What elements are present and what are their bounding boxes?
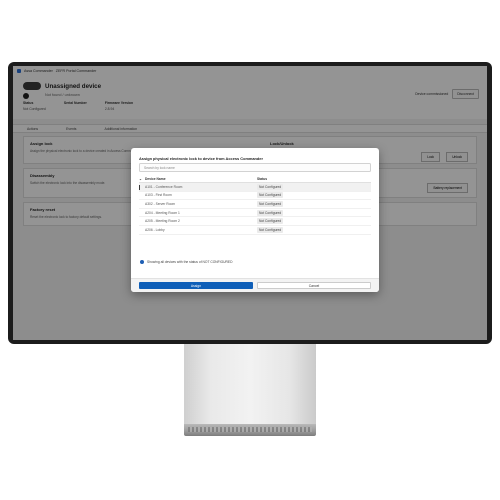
monitor-stand-base [184, 424, 316, 436]
status-badge: Not Configured [257, 192, 284, 199]
table-row[interactable]: A101 - Conference Room Not Configured [139, 183, 371, 192]
info-icon [140, 260, 144, 264]
table-row[interactable]: A205 - Meeting Room 2 Not Configured [139, 217, 371, 226]
status-badge: Not Configured [257, 218, 284, 225]
assign-lock-dialog: Assign physical electronic lock to devic… [131, 148, 379, 292]
search-input[interactable]: Search by lock name [139, 163, 371, 172]
monitor: Assa Commander ZEFR Portal Commander Una… [8, 62, 492, 344]
screen: Assa Commander ZEFR Portal Commander Una… [13, 66, 487, 340]
cancel-button[interactable]: Cancel [257, 282, 371, 289]
row-device-name: A302 - Server Room [145, 201, 176, 206]
column-header-status[interactable]: Status [257, 177, 371, 181]
filter-note-text: Showing all devices with the status of N… [147, 260, 233, 264]
table-row[interactable]: A103 - First Room Not Configured [139, 192, 371, 201]
dialog-footer: Assign Cancel [131, 278, 379, 292]
status-badge: Not Configured [257, 226, 284, 233]
device-table: ⌄ Device Name Status A101 - Conference R… [139, 175, 371, 235]
row-device-name: A206 - Lobby [145, 227, 165, 232]
table-row[interactable]: A204 - Meeting Room 1 Not Configured [139, 209, 371, 218]
status-badge: Not Configured [257, 200, 284, 207]
row-device-name: A103 - First Room [145, 193, 172, 198]
monitor-stand [184, 344, 316, 424]
table-row[interactable]: A206 - Lobby Not Configured [139, 226, 371, 235]
selection-indicator [139, 184, 140, 190]
row-device-name: A204 - Meeting Room 1 [145, 210, 180, 215]
table-row[interactable]: A302 - Server Room Not Configured [139, 200, 371, 209]
table-header: ⌄ Device Name Status [139, 175, 371, 183]
dialog-title: Assign physical electronic lock to devic… [139, 156, 263, 161]
column-header-name[interactable]: Device Name [143, 177, 257, 181]
row-device-name: A205 - Meeting Room 2 [145, 219, 180, 224]
status-badge: Not Configured [257, 183, 284, 190]
assign-button[interactable]: Assign [139, 282, 253, 289]
status-badge: Not Configured [257, 209, 284, 216]
filter-note: Showing all devices with the status of N… [140, 260, 233, 264]
row-device-name: A101 - Conference Room [145, 184, 183, 189]
